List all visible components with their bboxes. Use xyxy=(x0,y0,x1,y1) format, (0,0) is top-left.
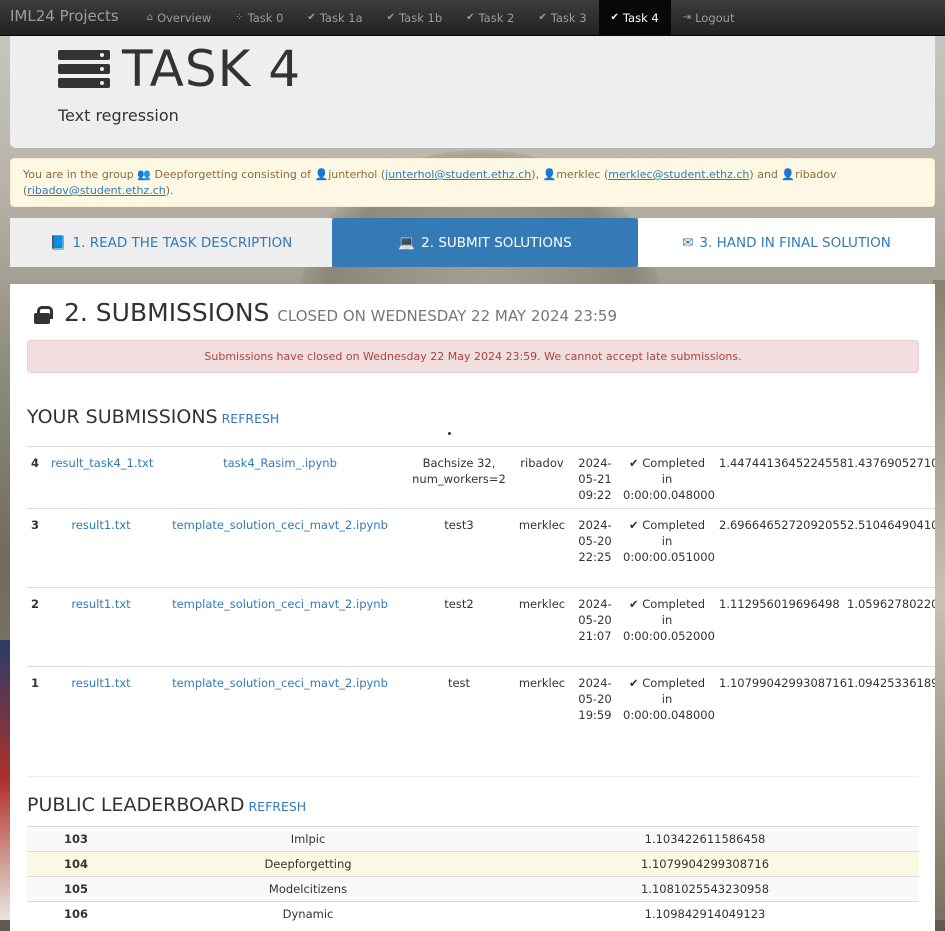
check-icon: ✔ xyxy=(538,11,547,23)
server-icon xyxy=(58,50,110,88)
submission-date: 2024-05-20 21:07 xyxy=(578,597,612,643)
score-secondary: 1.09425336189 xyxy=(847,676,935,690)
refresh-submissions-link[interactable]: REFRESH xyxy=(222,411,280,426)
leaderboard-table: 103 Imlpic 1.103422611586458 104 Deepforget… xyxy=(27,826,919,926)
check-icon: ✔ xyxy=(466,11,475,23)
divider-dot xyxy=(448,432,451,435)
table-row: 2 result1.txt template_solution_ceci_mav… xyxy=(27,588,935,667)
nav-task0[interactable]: ⁘ Task 0 xyxy=(223,0,295,35)
score-secondary: 1.43769052710 xyxy=(847,456,935,470)
username: ribadov xyxy=(520,456,564,470)
notebook-link[interactable]: template_solution_ceci_mavt_2.ipynb xyxy=(172,676,388,690)
user-icon: 👤 xyxy=(314,168,329,181)
status-text: ✔ Completed in 0:00:00.048000 xyxy=(623,456,715,502)
refresh-leaderboard-link[interactable]: REFRESH xyxy=(248,799,306,814)
check-icon: ✔ xyxy=(628,518,643,532)
member-email-link[interactable]: ribadov@student.ethz.ch xyxy=(27,184,165,197)
nav-task1a[interactable]: ✔ Task 1a xyxy=(295,0,374,35)
page-title: TASK 4 xyxy=(58,40,301,98)
leaderboard-heading: PUBLIC LEADERBOARD REFRESH xyxy=(27,794,307,816)
notebook-link[interactable]: template_solution_ceci_mavt_2.ipynb xyxy=(172,518,388,532)
tab-read-description[interactable]: 📘 1. READ THE TASK DESCRIPTION xyxy=(10,218,332,267)
score-secondary: 1.05962780220 xyxy=(847,597,935,611)
comment: test2 xyxy=(444,597,474,611)
check-icon: ✔ xyxy=(628,456,643,470)
comment: Bachsize 32, num_workers=2 xyxy=(412,456,506,486)
your-submissions-heading: YOUR SUBMISSIONS REFRESH xyxy=(27,406,280,428)
tab-submit-solutions[interactable]: 💻 2. SUBMIT SOLUTIONS xyxy=(332,218,638,267)
submissions-table: 4 result_task4_1.txt task4_Rasim_.ipynb … xyxy=(27,446,935,777)
book-icon: 📘 xyxy=(49,234,67,251)
nav-overview[interactable]: ⌂ Overview xyxy=(135,0,224,35)
nav-task2[interactable]: ✔ Task 2 xyxy=(454,0,526,35)
submission-date: 2024-05-21 09:22 xyxy=(578,456,612,502)
logout-icon: ⇥ xyxy=(682,11,692,23)
spinner-icon: ⁘ xyxy=(235,11,244,23)
table-row-own-group: 104 Deepforgetting 1.1079904299308716 xyxy=(27,851,919,876)
status-text: ✔ Completed in 0:00:00.048000 xyxy=(623,676,715,722)
score-public: 1.112956019696498 xyxy=(719,597,840,611)
table-row: 103 Imlpic 1.103422611586458 xyxy=(27,826,919,851)
laptop-icon: 💻 xyxy=(398,234,416,251)
submission-date: 2024-05-20 19:59 xyxy=(578,676,612,722)
envelope-icon: ✉ xyxy=(682,234,694,251)
lock-icon xyxy=(34,306,53,324)
table-row: 106 Dynamic 1.109842914049123 xyxy=(27,901,919,926)
check-icon: ✔ xyxy=(628,597,643,611)
member-email-link[interactable]: merklec@student.ethz.ch xyxy=(608,168,749,181)
check-icon: ✔ xyxy=(628,676,643,690)
score-public: 2.6966465272092055 xyxy=(719,518,848,532)
comment: test xyxy=(447,676,471,690)
check-icon: ✔ xyxy=(386,11,396,23)
table-row: 3 result1.txt template_solution_ceci_mav… xyxy=(27,509,935,588)
submissions-closed-alert: Submissions have closed on Wednesday 22 … xyxy=(27,340,919,373)
home-icon: ⌂ xyxy=(146,11,154,23)
check-icon: ✔ xyxy=(610,11,619,23)
username: merklec xyxy=(518,676,566,690)
submissions-heading: 2. SUBMISSIONS CLOSED ON WEDNESDAY 22 MA… xyxy=(34,298,617,327)
user-icon: 👤 xyxy=(781,168,796,181)
nav-task4[interactable]: ✔ Task 4 xyxy=(598,0,671,35)
table-row: 4 result_task4_1.txt task4_Rasim_.ipynb … xyxy=(27,447,935,509)
page-subtitle: Text regression xyxy=(58,106,179,125)
notebook-link[interactable]: task4_Rasim_.ipynb xyxy=(223,456,337,470)
user-icon: 👤 xyxy=(542,168,557,181)
score-secondary: 2.51046490410 xyxy=(847,518,935,532)
status-text: ✔ Completed in 0:00:00.052000 xyxy=(623,597,715,643)
users-icon: 👥 xyxy=(137,168,151,181)
username: merklec xyxy=(518,597,566,611)
username: merklec xyxy=(518,518,566,532)
table-row: 1 result1.txt template_solution_ceci_mav… xyxy=(27,667,935,777)
table-row: 105 Modelcitizens 1.1081025543230958 xyxy=(27,876,919,901)
submissions-panel: 2. SUBMISSIONS CLOSED ON WEDNESDAY 22 MA… xyxy=(10,284,935,931)
page-header: TASK 4 Text regression xyxy=(10,36,935,148)
comment: test3 xyxy=(444,518,474,532)
nav-task1b[interactable]: ✔ Task 1b xyxy=(375,0,454,35)
score-public: 1.4474413645224558 xyxy=(719,456,848,470)
result-file-link[interactable]: result1.txt xyxy=(71,518,130,532)
result-file-link[interactable]: result1.txt xyxy=(71,676,130,690)
member-email-link[interactable]: junterhol@student.ethz.ch xyxy=(385,168,531,181)
check-icon: ✔ xyxy=(307,11,316,23)
result-file-link[interactable]: result1.txt xyxy=(71,597,130,611)
group-info-alert: You are in the group 👥 Deepforgetting co… xyxy=(10,158,935,207)
score-public: 1.1079904299308716 xyxy=(719,676,848,690)
task-tabs: 📘 1. READ THE TASK DESCRIPTION 💻 2. SUBMIT… xyxy=(10,218,935,267)
notebook-link[interactable]: template_solution_ceci_mavt_2.ipynb xyxy=(172,597,388,611)
nav-logout[interactable]: ⇥ Logout xyxy=(671,0,747,35)
status-text: ✔ Completed in 0:00:00.051000 xyxy=(623,518,715,564)
nav-task3[interactable]: ✔ Task 3 xyxy=(526,0,598,35)
section-divider xyxy=(27,776,919,777)
submission-date: 2024-05-20 22:25 xyxy=(578,518,612,564)
result-file-link[interactable]: result_task4_1.txt xyxy=(51,456,153,470)
brand-link[interactable]: IML24 Projects xyxy=(0,0,129,35)
top-navbar: IML24 Projects ⌂ Overview ⁘ Task 0 ✔ Task 1… xyxy=(0,0,945,36)
tab-hand-in-final[interactable]: ✉ 3. HAND IN FINAL SOLUTION xyxy=(638,218,935,267)
